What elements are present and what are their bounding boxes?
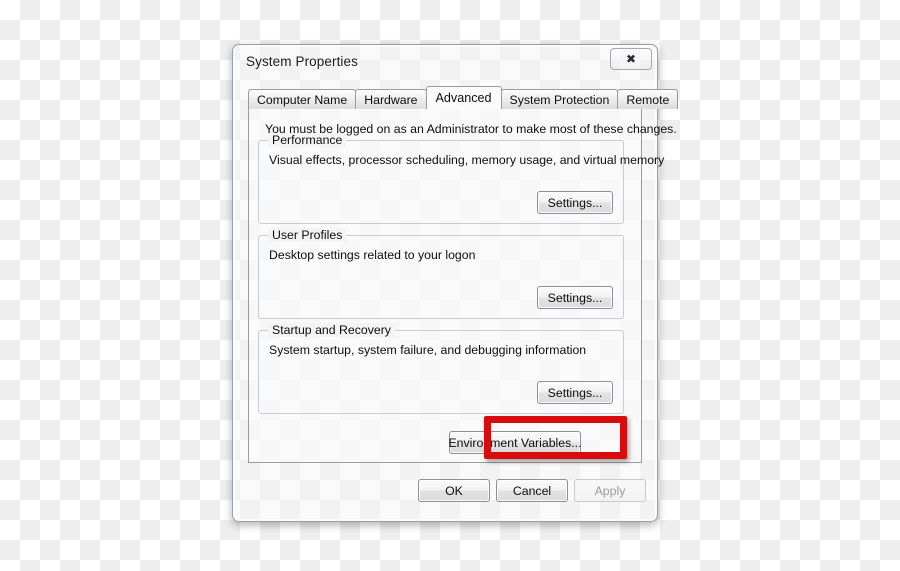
- tab-label: Computer Name: [257, 92, 348, 107]
- system-properties-window: System Properties ✖ Computer Name Hardwa…: [232, 44, 679, 522]
- performance-settings-button[interactable]: Settings...: [537, 191, 613, 214]
- title-bar[interactable]: System Properties ✖: [233, 45, 657, 79]
- user-profiles-group-legend: User Profiles: [268, 228, 347, 242]
- highlight-annotation-box: [484, 416, 627, 459]
- tab-label: System Protection: [509, 92, 610, 107]
- apply-button: Apply: [574, 479, 646, 502]
- startup-recovery-description: System startup, system failure, and debu…: [269, 343, 587, 357]
- user-profiles-settings-button[interactable]: Settings...: [537, 286, 613, 309]
- tab-strip: Computer Name Hardware Advanced System P…: [248, 86, 679, 109]
- user-profiles-description: Desktop settings related to your logon: [269, 248, 476, 262]
- close-x-icon: ✖: [625, 52, 637, 66]
- startup-recovery-group-legend: Startup and Recovery: [268, 323, 395, 337]
- tab-advanced[interactable]: Advanced: [425, 86, 502, 109]
- tab-label: Hardware: [364, 92, 418, 107]
- close-button[interactable]: ✖: [610, 48, 652, 70]
- tab-hardware[interactable]: Hardware: [355, 89, 427, 109]
- ok-button[interactable]: OK: [418, 479, 490, 502]
- performance-group-legend: Performance: [268, 133, 347, 147]
- performance-description: Visual effects, processor scheduling, me…: [269, 153, 665, 167]
- tab-remote[interactable]: Remote: [617, 89, 679, 109]
- advanced-tab-panel: You must be logged on as an Administrato…: [248, 108, 677, 463]
- startup-recovery-settings-button[interactable]: Settings...: [537, 381, 613, 404]
- tab-label: Advanced: [435, 91, 492, 105]
- performance-group: Performance Visual effects, processor sc…: [258, 133, 664, 224]
- tab-label: Remote: [626, 92, 670, 107]
- user-profiles-group: User Profiles Desktop settings related t…: [258, 228, 624, 319]
- tab-computer-name[interactable]: Computer Name: [248, 89, 357, 109]
- tab-system-protection[interactable]: System Protection: [500, 89, 619, 109]
- startup-recovery-group: Startup and Recovery System startup, sys…: [258, 323, 624, 414]
- window-title: System Properties: [246, 54, 358, 69]
- cancel-button[interactable]: Cancel: [496, 479, 568, 502]
